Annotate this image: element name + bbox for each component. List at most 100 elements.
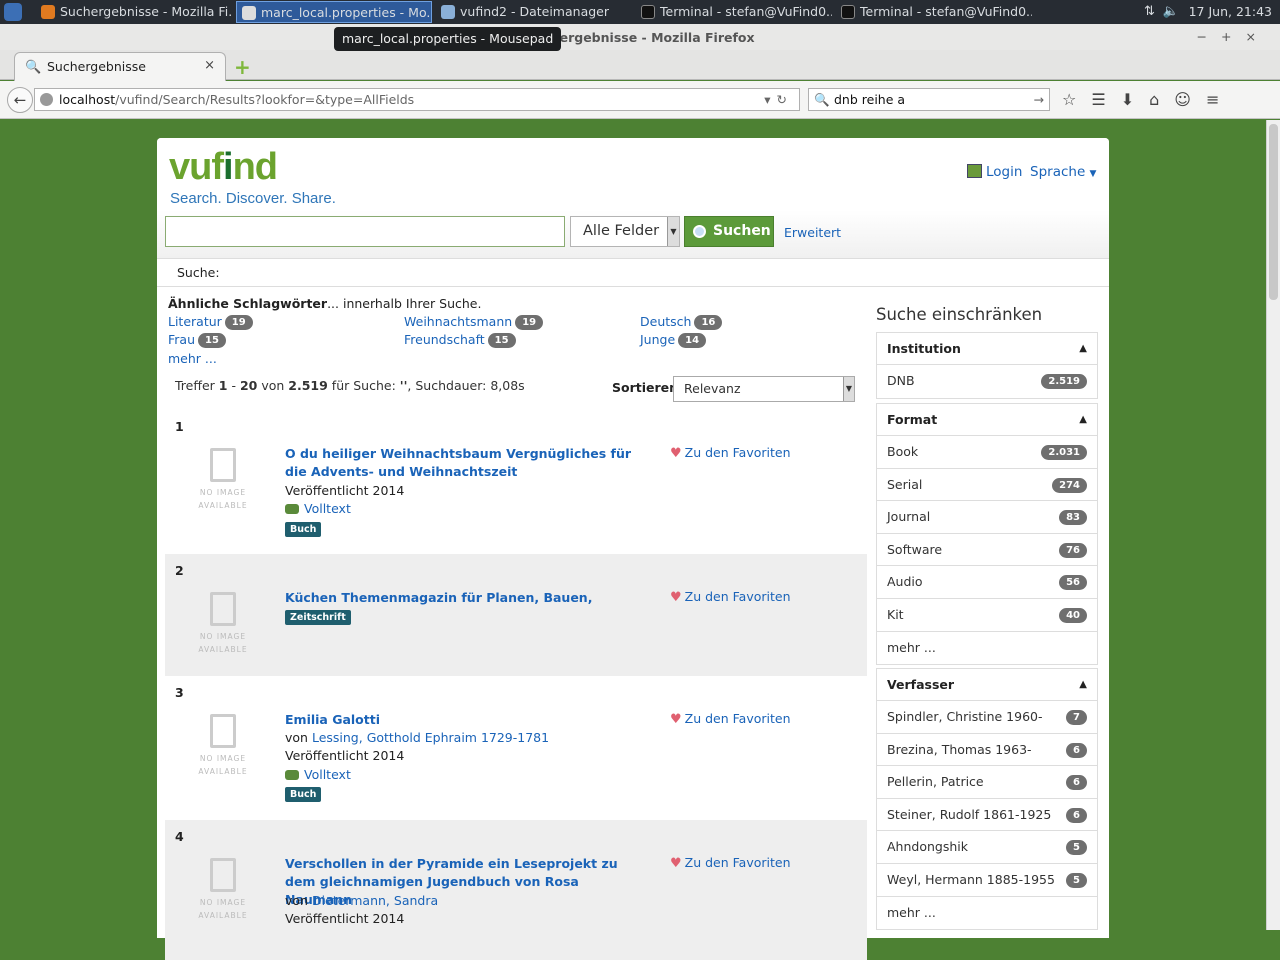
similar-item[interactable]: Junge 14 xyxy=(640,332,707,348)
document-icon xyxy=(210,448,236,482)
facet-item[interactable]: Brezina, Thomas 1963- 6 xyxy=(877,734,1097,767)
search-engine-icon[interactable]: 🔍 xyxy=(814,89,830,110)
vufind-favicon-icon: 🔍 xyxy=(25,60,42,75)
facet-item[interactable]: Kit 40 xyxy=(877,599,1097,632)
facet-item[interactable]: DNB 2.519 xyxy=(877,365,1097,398)
task-terminal-2[interactable]: Terminal - stefan@VuFind0... xyxy=(836,1,1032,23)
dropdown-icon[interactable]: ▾ xyxy=(764,92,776,107)
page-container: vufind Search. Discover. Share. Login Sp… xyxy=(157,138,1109,960)
select-arrow-icon: ▼ xyxy=(667,217,679,246)
back-button[interactable]: ← xyxy=(7,87,33,113)
add-favorite-link[interactable]: ♥ Zu den Favoriten xyxy=(670,445,791,461)
facet-institution: Institution ▲ DNB 2.519 xyxy=(876,332,1098,399)
chat-icon[interactable]: ☺ xyxy=(1174,90,1206,109)
search-button[interactable]: Suchen xyxy=(684,216,774,247)
new-tab-icon[interactable]: + xyxy=(234,55,251,79)
task-label: Suchergebnisse - Mozilla Fi... xyxy=(60,4,232,19)
add-favorite-link[interactable]: ♥ Zu den Favoriten xyxy=(670,589,791,605)
window-title: Suchergebnisse - Mozilla Firefox xyxy=(525,30,755,45)
scrollbar-thumb[interactable] xyxy=(1269,124,1278,300)
similar-item[interactable]: Literatur 19 xyxy=(168,314,253,330)
facet-item[interactable]: Serial 274 xyxy=(877,469,1097,502)
close-icon[interactable]: × xyxy=(1246,29,1270,44)
task-label: marc_local.properties - Mo... xyxy=(261,5,432,20)
no-image-thumbnail: NO IMAGE AVAILABLE xyxy=(195,592,251,656)
task-label: Terminal - stefan@VuFind0... xyxy=(660,4,832,19)
facet-item[interactable]: Ahndongshik 5 xyxy=(877,831,1097,864)
fulltext-link[interactable]: Volltext xyxy=(285,501,351,516)
tab-suchergebnisse[interactable]: 🔍 Suchergebnisse × xyxy=(14,52,226,81)
search-go-icon[interactable]: → xyxy=(1034,89,1044,110)
page-scrollbar[interactable] xyxy=(1266,120,1280,930)
facet-item[interactable]: Journal 83 xyxy=(877,501,1097,534)
maximize-icon[interactable]: + xyxy=(1221,29,1245,44)
result-title[interactable]: Emilia Galotti xyxy=(285,711,645,729)
similar-more-link[interactable]: mehr ... xyxy=(168,351,217,366)
volume-icon[interactable]: 🔈 xyxy=(1163,4,1187,19)
facet-more-link[interactable]: mehr ... xyxy=(877,632,1097,665)
no-image-thumbnail: NO IMAGE AVAILABLE xyxy=(195,448,251,512)
bookmarks-list-icon[interactable]: ☰ xyxy=(1091,90,1120,109)
url-host: localhost xyxy=(59,92,116,107)
fulltext-link[interactable]: Volltext xyxy=(285,767,351,782)
facet-more-link[interactable]: mehr ... xyxy=(877,897,1097,930)
facet-item[interactable]: Pellerin, Patrice 6 xyxy=(877,766,1097,799)
task-label: vufind2 - Dateimanager xyxy=(460,4,609,19)
downloads-icon[interactable]: ⬇ xyxy=(1121,90,1149,109)
facet-header[interactable]: Verfasser ▲ xyxy=(877,669,1097,701)
vufind-logo[interactable]: vufind xyxy=(169,146,278,189)
result-author: von Lessing, Gotthold Ephraim 1729-1781 xyxy=(285,730,550,745)
toolbar-icons: ☆☰⬇⌂☺≡ xyxy=(1062,90,1234,109)
network-icon[interactable]: ⇅ xyxy=(1144,4,1163,19)
add-favorite-link[interactable]: ♥ Zu den Favoriten xyxy=(670,855,791,871)
search-field-select[interactable]: Alle Felder ▼ xyxy=(570,216,680,247)
facet-item[interactable]: Book 2.031 xyxy=(877,436,1097,469)
facet-item[interactable]: Spindler, Christine 1960- 7 xyxy=(877,701,1097,734)
facet-header[interactable]: Format ▲ xyxy=(877,404,1097,436)
no-image-thumbnail: NO IMAGE AVAILABLE xyxy=(195,714,251,778)
facet-item[interactable]: Weyl, Hermann 1885-1955 5 xyxy=(877,864,1097,897)
heart-icon: ♥ xyxy=(670,712,682,727)
login-link[interactable]: Login xyxy=(967,164,1022,180)
task-filemanager[interactable]: vufind2 - Dateimanager xyxy=(436,1,632,23)
similar-item[interactable]: Frau 15 xyxy=(168,332,226,348)
similar-item[interactable]: Deutsch 16 xyxy=(640,314,723,330)
site-header: vufind Search. Discover. Share. Login Sp… xyxy=(157,138,1109,258)
sort-select[interactable]: Relevanz ▼ xyxy=(673,376,855,402)
similar-item[interactable]: Weihnachtsmann 19 xyxy=(404,314,544,330)
web-search-value: dnb reihe a xyxy=(834,92,906,107)
minimize-icon[interactable]: − xyxy=(1197,29,1221,44)
clock[interactable]: 17 Jun, 21:43 xyxy=(1189,0,1272,24)
system-tray[interactable]: ⇅🔈 xyxy=(1144,4,1187,19)
similar-item[interactable]: Freundschaft 15 xyxy=(404,332,516,348)
facet-item[interactable]: Audio 56 xyxy=(877,566,1097,599)
reload-icon[interactable]: ↻ xyxy=(777,92,793,107)
result-author: von Dietermann, Sandra xyxy=(285,893,439,908)
add-favorite-link[interactable]: ♥ Zu den Favoriten xyxy=(670,711,791,727)
facet-item[interactable]: Steiner, Rudolf 1861-1925 6 xyxy=(877,799,1097,832)
home-icon[interactable]: ⌂ xyxy=(1149,90,1174,109)
facet-header[interactable]: Institution ▲ xyxy=(877,333,1097,365)
window-controls: −+× xyxy=(1197,29,1270,44)
tab-close-icon[interactable]: × xyxy=(204,58,215,73)
language-menu[interactable]: Sprache ▼ xyxy=(1030,164,1096,180)
task-mousepad[interactable]: marc_local.properties - Mo... xyxy=(236,1,432,23)
url-bar[interactable]: localhost/vufind/Search/Results?lookfor=… xyxy=(34,88,800,111)
web-search-box[interactable]: 🔍 dnb reihe a → xyxy=(808,88,1050,111)
task-terminal-1[interactable]: Terminal - stefan@VuFind0... xyxy=(636,1,832,23)
author-link[interactable]: Lessing, Gotthold Ephraim 1729-1781 xyxy=(312,730,549,745)
task-firefox[interactable]: Suchergebnisse - Mozilla Fi... xyxy=(36,1,232,23)
result-title[interactable]: O du heiliger Weihnachtsbaum Vergnüglich… xyxy=(285,445,645,481)
start-menu-icon[interactable] xyxy=(4,3,22,21)
facet-item[interactable]: Software 76 xyxy=(877,534,1097,567)
menu-icon[interactable]: ≡ xyxy=(1206,90,1234,109)
similar-heading: Ähnliche Schlagwörter... innerhalb Ihrer… xyxy=(168,296,482,311)
bookmark-star-icon[interactable]: ☆ xyxy=(1062,90,1091,109)
search-input[interactable] xyxy=(165,216,565,247)
author-link[interactable]: Dietermann, Sandra xyxy=(312,893,438,908)
link-icon xyxy=(285,770,299,780)
collapse-icon: ▲ xyxy=(1079,414,1087,425)
url-controls: ▾↻ xyxy=(764,89,793,110)
advanced-search-link[interactable]: Erweitert xyxy=(784,225,841,240)
editor-icon xyxy=(242,6,256,20)
